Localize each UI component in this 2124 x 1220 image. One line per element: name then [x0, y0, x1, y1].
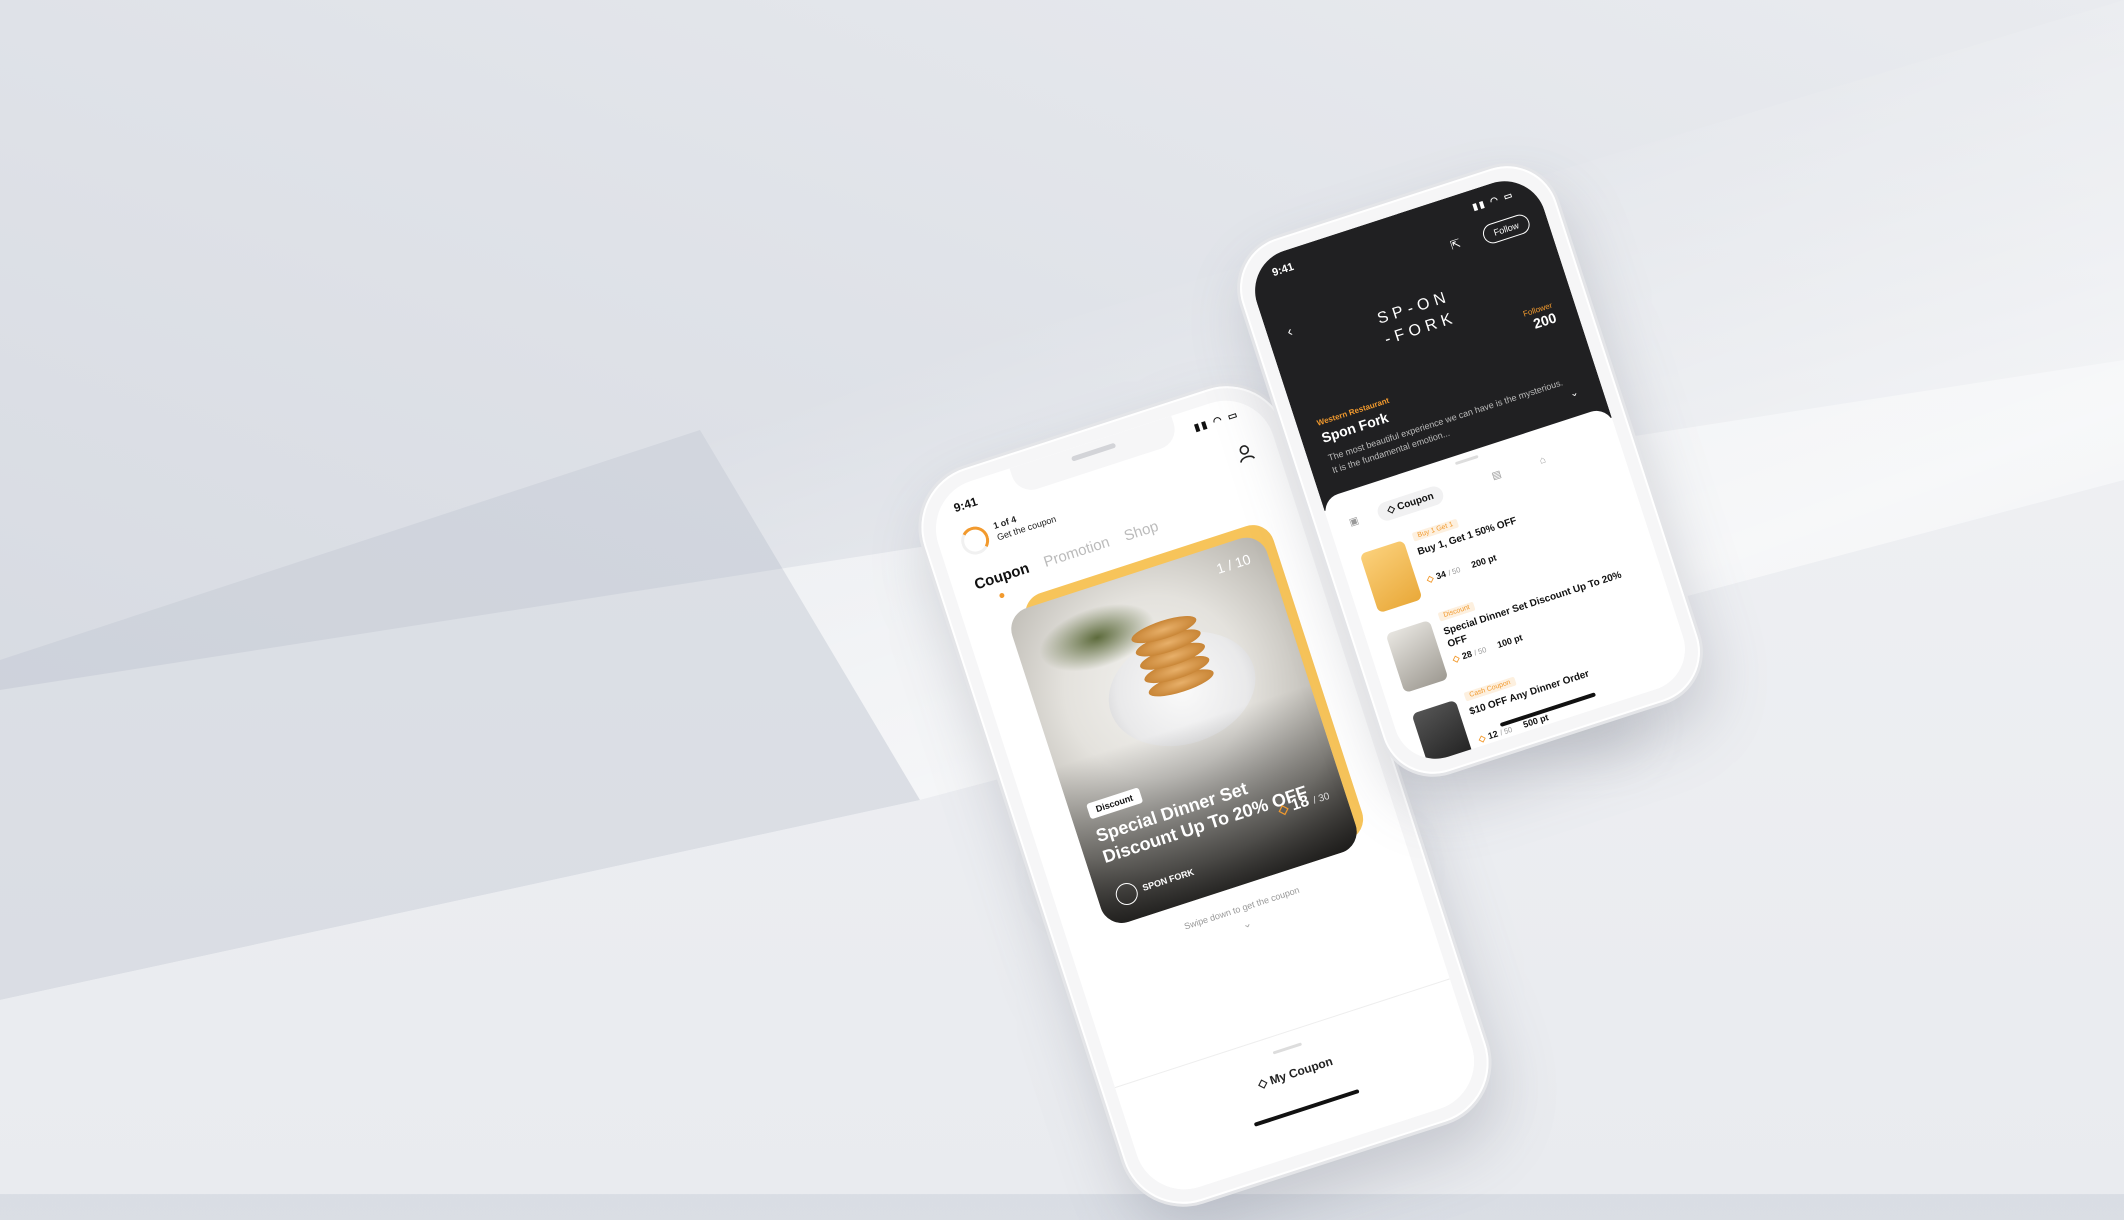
coupon-remaining: 28: [1460, 648, 1474, 662]
menu-icon[interactable]: ▤: [1491, 469, 1503, 482]
photo-icon[interactable]: ▣: [1348, 515, 1360, 528]
coupon-meta: ◇34 / 50 200 pt: [1425, 552, 1498, 585]
tab-coupon[interactable]: Coupon: [972, 560, 1031, 594]
status-time: 9:41: [952, 494, 980, 516]
back-icon[interactable]: ‹: [1285, 323, 1294, 340]
shop-logo: SP-ON -FORK: [1375, 286, 1461, 351]
coupon-thumbnail: [1359, 540, 1423, 614]
active-tab-indicator: [998, 592, 1006, 599]
coupon-remaining: 12: [1486, 728, 1500, 742]
progress-text: 1 of 4 Get the coupon: [992, 501, 1058, 543]
my-coupon-label: My Coupon: [1267, 1054, 1335, 1088]
coupon-points: 100 pt: [1495, 632, 1524, 650]
card-counter: 1 / 10: [1214, 550, 1253, 577]
coupon-thumbnail: [1411, 699, 1475, 770]
tab-shop[interactable]: Shop: [1122, 518, 1161, 545]
coupon-total: / 50: [1472, 645, 1488, 658]
home-indicator: [1253, 1088, 1360, 1127]
coupon-tag-icon: ◇: [1477, 732, 1487, 745]
gift-icon[interactable]: ⌂: [1538, 454, 1547, 466]
progress-ring: [957, 522, 993, 559]
sheet-handle[interactable]: [1454, 454, 1479, 466]
follow-button[interactable]: Follow: [1480, 212, 1533, 246]
signal-wifi-battery-icon: ▮▮ ◠ ▭: [1192, 409, 1241, 435]
coupon-points: 200 pt: [1469, 552, 1498, 570]
signal-wifi-battery-icon: ▮▮ ◠ ▭: [1471, 189, 1516, 213]
coupon-tag-icon: ◇: [1425, 572, 1435, 585]
share-icon[interactable]: ⇱: [1449, 236, 1463, 252]
coupon-count-total: / 30: [1311, 790, 1332, 807]
tab-coupon[interactable]: ◇ Coupon: [1375, 483, 1446, 524]
coupon-total: / 50: [1446, 565, 1462, 578]
follower-stat: Follower 200: [1522, 301, 1558, 334]
coupon-thumbnail: [1385, 619, 1449, 694]
sheet-handle[interactable]: [1272, 1042, 1303, 1055]
my-coupon-button[interactable]: ◇ My Coupon: [1126, 1012, 1465, 1134]
status-time: 9:41: [1270, 260, 1296, 280]
user-icon[interactable]: [1233, 440, 1258, 465]
coupon-remaining: 34: [1434, 568, 1448, 582]
coupon-tag-icon: ◇: [1451, 652, 1461, 665]
tab-promotion[interactable]: Promotion: [1042, 534, 1112, 571]
coupon-meta: ◇12 / 50500 pt: [1477, 712, 1550, 745]
